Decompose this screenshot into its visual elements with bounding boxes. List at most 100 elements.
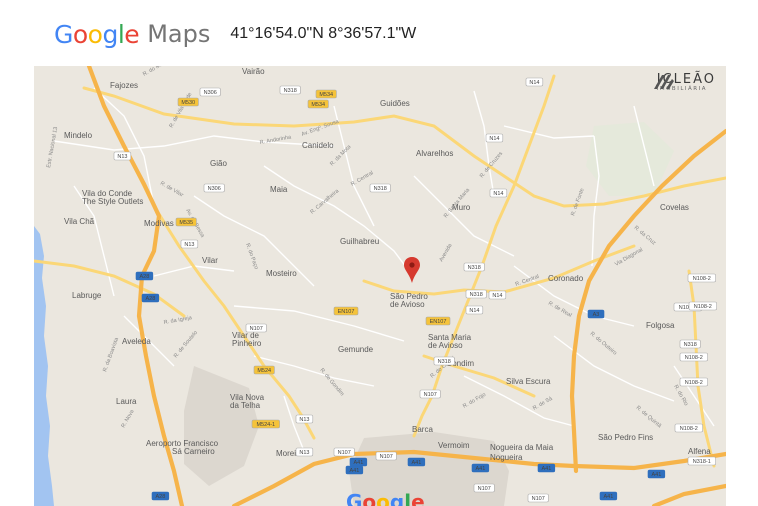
watermark-letter: o	[362, 490, 377, 506]
road-shield-label: A41	[604, 494, 614, 500]
road-shield: EN107	[333, 306, 359, 316]
road-shield-label: M524-1	[256, 422, 275, 428]
watermark-letter: e	[411, 490, 425, 506]
map-pin-icon[interactable]	[404, 257, 420, 283]
road-shield-label: N107	[338, 450, 351, 456]
road-shield-label: A41	[350, 468, 360, 474]
road-shield-label: N318	[438, 359, 451, 365]
place-label: Guilhabreu	[340, 237, 379, 246]
road-shield-label: N14	[529, 80, 539, 86]
road-shield-label: N13	[117, 154, 127, 160]
road-shield: M530	[177, 97, 199, 107]
airport-area	[184, 366, 259, 486]
place-label: Canidelo	[302, 141, 334, 150]
road-shield-label: N108-2	[685, 355, 703, 361]
place-label: Aveleda	[122, 337, 151, 346]
product-name: Maps	[147, 20, 211, 48]
road-shield: N13	[295, 414, 314, 424]
road-shield-label: N306	[208, 186, 221, 192]
map-svg[interactable]: Vairão Fajozes Guidões Mindelo Canidelo Gião A…	[34, 66, 726, 506]
road-shield: N318	[465, 289, 487, 299]
road-shield: N318-1	[687, 456, 716, 466]
road-shield-label: A41	[652, 472, 662, 478]
logo-letter: g	[102, 19, 118, 49]
road-shield: N13	[113, 151, 132, 161]
road-shield-label: A41	[476, 466, 486, 472]
road-shield-label: N108-2	[680, 426, 698, 432]
place-label: Vilar	[202, 256, 218, 265]
street-label: R. de Vila Verde	[169, 92, 194, 129]
road-shield: N107	[333, 447, 355, 457]
road-shield-label: A3	[593, 312, 600, 318]
place-label: Nogueira	[490, 453, 523, 462]
road-shield: N13	[295, 447, 314, 457]
place-label: Vairão	[242, 67, 265, 76]
road-shield-label: N318-1	[693, 459, 711, 465]
map-canvas[interactable]: Vairão Fajozes Guidões Mindelo Canidelo Gião A…	[34, 66, 726, 506]
road-shield: N14	[485, 133, 504, 143]
place-label: Alvarelhos	[416, 149, 453, 158]
logo-letter: o	[87, 19, 103, 49]
road-shield: N107	[375, 451, 397, 461]
road-shield: N318	[679, 339, 701, 349]
street-label: R. do Mirante	[142, 66, 174, 78]
road-shield: M534	[315, 89, 337, 99]
street-label: R. Carvalheira	[309, 188, 341, 216]
road-shield: EN107	[425, 316, 451, 326]
place-label: Pinheiro	[232, 339, 262, 348]
road-shield: N108-2	[688, 301, 717, 311]
road-shield: N306	[203, 183, 225, 193]
road-shield: N14	[465, 305, 484, 315]
road-shield-label: A28	[140, 274, 150, 280]
road-shield: M535	[175, 217, 197, 227]
street-label: R. da Cruz	[633, 225, 657, 247]
road-shield-label: N108-2	[694, 304, 712, 310]
road-shield: N13	[180, 239, 199, 249]
road-shield-label: N107	[380, 454, 393, 460]
place-label: Barca	[412, 425, 433, 434]
street-label: R. de Soutelo	[173, 330, 199, 359]
road-shield: A41	[647, 469, 666, 479]
road-shield: A3	[587, 309, 605, 319]
road-shield: A41	[345, 465, 364, 475]
road-shield: N107	[527, 493, 549, 503]
logo-letter: o	[72, 19, 88, 49]
place-label: Fajozes	[110, 81, 138, 90]
google-logo: Google	[54, 19, 140, 49]
road-shield-label: M524	[257, 368, 271, 374]
road-shield-label: N318	[470, 292, 483, 298]
place-label: da Telha	[230, 401, 261, 410]
street-label: R. Andorinha	[259, 134, 292, 146]
road-shield-label: N318	[468, 265, 481, 271]
road-shield: A41	[599, 491, 618, 501]
road-shield: N306	[199, 87, 221, 97]
place-label: Modivas	[144, 219, 174, 228]
place-label: Nogueira da Maia	[490, 443, 554, 452]
road-shield-label: EN107	[338, 309, 355, 315]
road-shield-label: A41	[354, 460, 364, 466]
header: Google Maps 41°16'54.0"N 8°36'57.1"W	[54, 16, 416, 52]
road-shield-label: A41	[412, 460, 422, 466]
place-label: Laura	[116, 397, 137, 406]
road-shield: N108-2	[679, 377, 708, 387]
road-shield: A41	[407, 457, 426, 467]
road-shield-label: N14	[492, 293, 502, 299]
place-label: Mindelo	[64, 131, 93, 140]
road-shield: N108-2	[674, 423, 703, 433]
place-label: Silva Escura	[506, 377, 551, 386]
street-label: R. Nova	[121, 408, 137, 429]
coordinates-readout: 41°16'54.0"N 8°36'57.1"W	[230, 25, 417, 42]
watermark-letter: g	[389, 490, 405, 506]
place-label: Gião	[210, 159, 227, 168]
place-label: Gemunde	[338, 345, 374, 354]
road-shield-label: N107	[250, 326, 263, 332]
street-label: R. da Igreja	[163, 315, 193, 326]
place-label: Labruge	[72, 291, 102, 300]
road-shield: N107	[419, 389, 441, 399]
street-label: R. de Vilar	[159, 181, 184, 199]
road-shield-label: A28	[146, 296, 156, 302]
street-label: R. do Fojo	[462, 392, 487, 410]
road-shield: N14	[489, 188, 508, 198]
road-shield-label: N318	[374, 186, 387, 192]
road-shield: N318	[433, 356, 455, 366]
